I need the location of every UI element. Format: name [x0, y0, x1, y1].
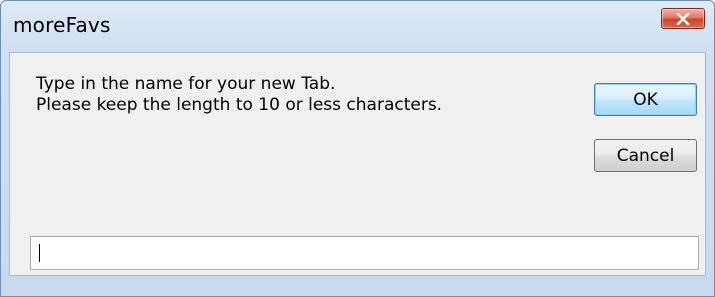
ok-button[interactable]: OK: [594, 83, 697, 116]
close-button[interactable]: [661, 8, 705, 29]
close-icon: [676, 12, 690, 25]
window-title: moreFavs: [13, 13, 111, 37]
dialog-window: moreFavs Type in the name for your new T…: [0, 0, 715, 297]
prompt-message: Type in the name for your new Tab. Pleas…: [36, 74, 442, 116]
dialog-client-area: Type in the name for your new Tab. Pleas…: [9, 52, 706, 276]
tab-name-input[interactable]: [30, 236, 699, 270]
text-caret: [39, 244, 40, 262]
prompt-line-1: Type in the name for your new Tab.: [36, 74, 336, 94]
cancel-button[interactable]: Cancel: [594, 139, 697, 172]
title-bar[interactable]: moreFavs: [1, 1, 714, 51]
prompt-line-2: Please keep the length to 10 or less cha…: [36, 95, 443, 115]
